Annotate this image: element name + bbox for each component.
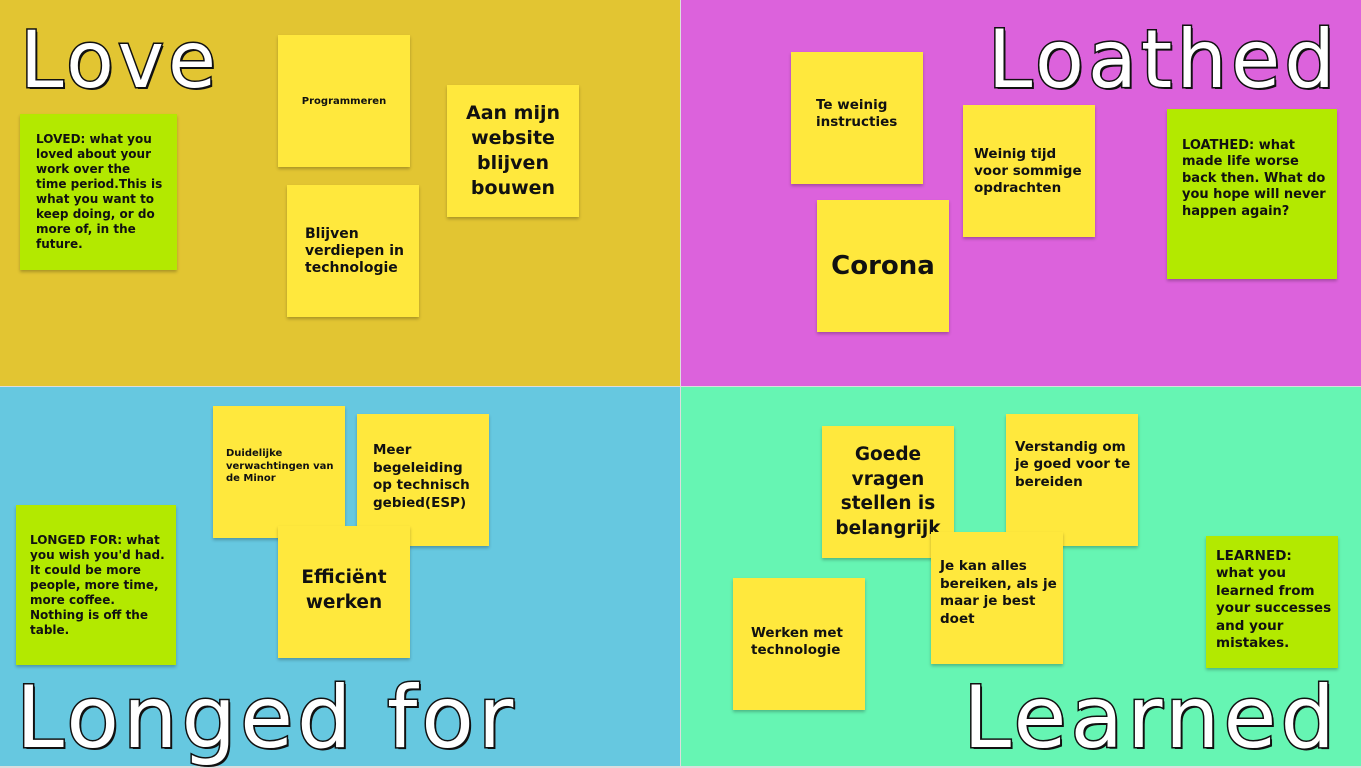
sticky-note-programmeren[interactable]: Programmeren [278,35,410,167]
loathed-description-note[interactable]: LOATHED: what made life worse back then.… [1167,109,1337,279]
sticky-note-text: Aan mijn website blijven bouwen [465,102,561,199]
sticky-note-text: Efficiënt werken [301,567,387,613]
learned-description-note[interactable]: LEARNED: what you learned from your succ… [1206,536,1338,668]
sticky-note-website[interactable]: Aan mijn website blijven bouwen [447,85,579,217]
sticky-note-text: Werken met technologie [751,624,843,659]
loathed-title: Loathed [986,13,1339,106]
sticky-note-verwachtingen[interactable]: Duidelijke verwachtingen van de Minor [213,406,345,538]
loathed-description-text: LOATHED: what made life worse back then.… [1182,137,1326,219]
sticky-note-text: Blijven verdiepen in technologie [305,225,404,276]
love-description-text: LOVED: what you loved about your work ov… [36,132,163,251]
sticky-note-text: Weinig tijd voor sommige opdrachten [974,145,1082,196]
sticky-note-text: Meer begeleiding op technisch gebied(ESP… [373,442,470,511]
loathed-quadrant: Loathed Te weinig instructies Weinig tij… [681,0,1361,386]
sticky-note-text: Goede vragen stellen is belangrijk [835,444,941,539]
sticky-note-text: Te weinig instructies [816,97,898,130]
sticky-note-instructies[interactable]: Te weinig instructies [791,52,923,184]
sticky-note-weinig-tijd[interactable]: Weinig tijd voor sommige opdrachten [963,105,1095,237]
longed-description-note[interactable]: LONGED FOR: what you wish you'd had. It … [16,505,176,665]
sticky-note-werken-met-technologie[interactable]: Werken met technologie [733,578,865,710]
sticky-note-text: Corona [831,251,935,281]
sticky-note-je-kan-alles[interactable]: Je kan alles bereiken, als je maar je be… [931,532,1063,664]
learned-quadrant: Goede vragen stellen is belangrijk Verst… [681,387,1361,766]
sticky-note-corona[interactable]: Corona [817,200,949,332]
longed-description-text: LONGED FOR: what you wish you'd had. It … [30,532,165,637]
sticky-note-text: Programmeren [301,95,387,107]
longed-for-quadrant: LONGED FOR: what you wish you'd had. It … [0,387,680,766]
sticky-note-text: Je kan alles bereiken, als je maar je be… [940,558,1057,627]
love-description-note[interactable]: LOVED: what you loved about your work ov… [20,114,177,270]
sticky-note-verdiepen[interactable]: Blijven verdiepen in technologie [287,185,419,317]
love-title: Love [19,16,220,106]
learned-title: Learned [962,668,1339,768]
learned-description-text: LEARNED: what you learned from your succ… [1216,547,1332,652]
sticky-note-efficient[interactable]: Efficiënt werken [278,526,410,658]
love-quadrant: Love LOVED: what you loved about your wo… [0,0,680,386]
sticky-note-text: Duidelijke verwachtingen van de Minor [226,448,334,485]
longed-for-title: Longed for [14,668,518,768]
sticky-note-verstandig[interactable]: Verstandig om je goed voor te bereiden [1006,414,1138,546]
sticky-note-text: Verstandig om je goed voor te bereiden [1015,438,1131,490]
